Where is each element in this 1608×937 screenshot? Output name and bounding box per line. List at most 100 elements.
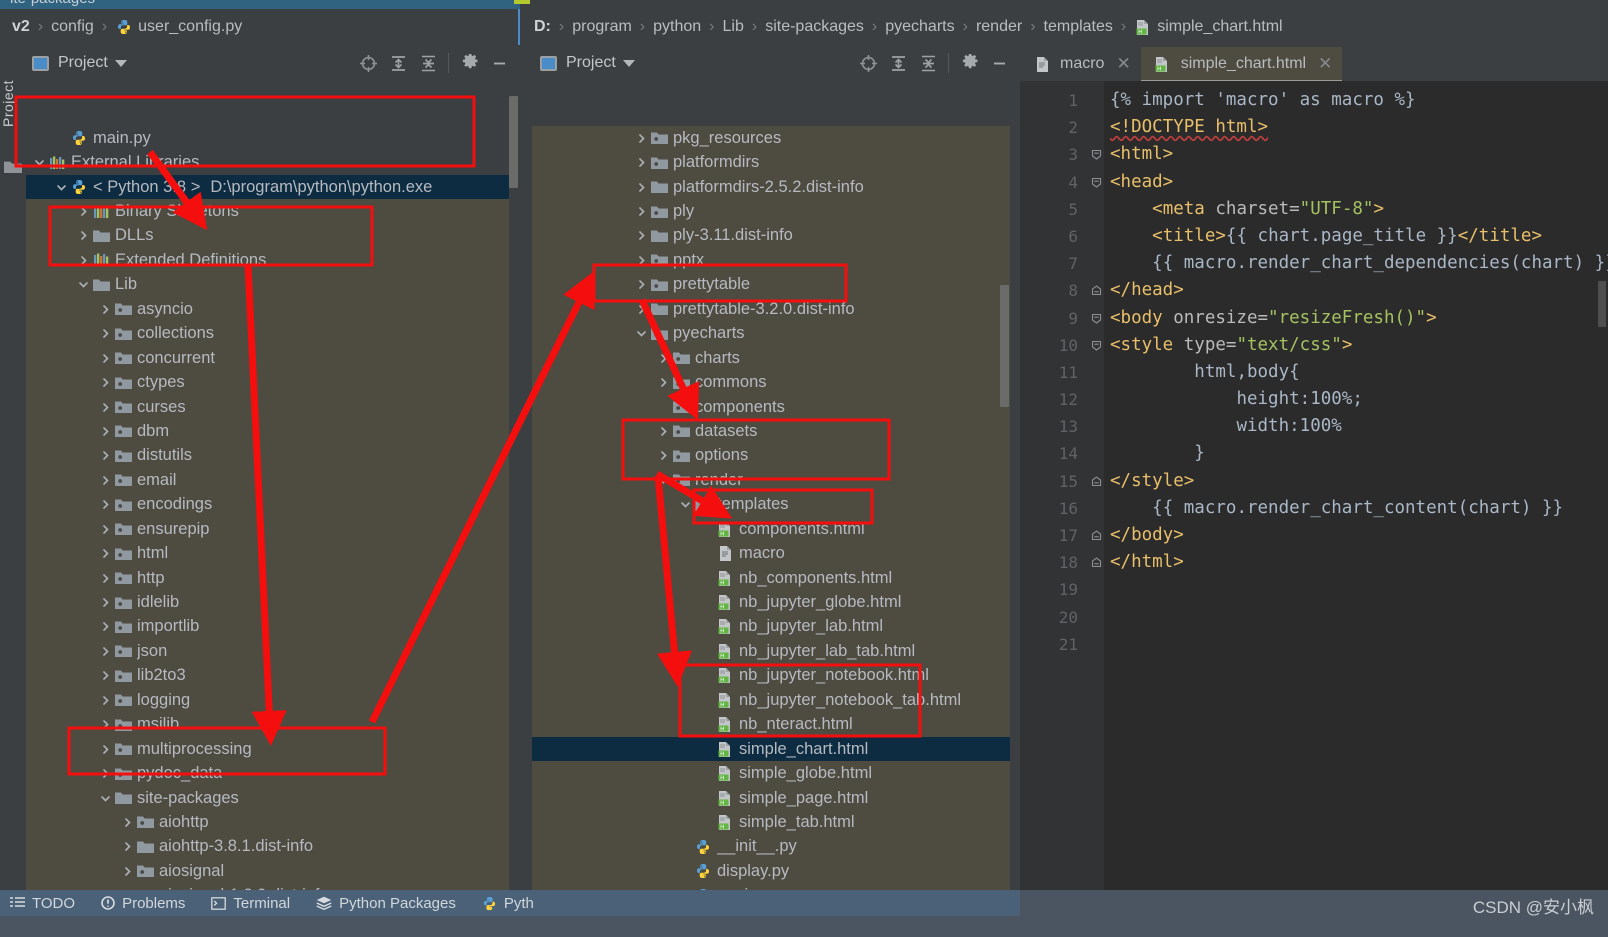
tree-row[interactable]: render bbox=[532, 468, 1010, 492]
tree-row[interactable]: Hnb_jupyter_globe.html bbox=[532, 590, 1010, 614]
close-icon[interactable]: ✕ bbox=[1116, 54, 1130, 74]
chevron-right-icon[interactable] bbox=[634, 157, 649, 168]
statusbar-item[interactable]: TODO bbox=[10, 895, 75, 912]
chevron-right-icon[interactable] bbox=[656, 426, 671, 437]
chevron-right-icon[interactable] bbox=[76, 206, 91, 217]
expand-all-icon[interactable] bbox=[383, 49, 413, 77]
code-fold-marker[interactable] bbox=[1088, 522, 1104, 549]
chevron-right-icon[interactable] bbox=[634, 230, 649, 241]
tree-row[interactable]: Hnb_jupyter_lab_tab.html bbox=[532, 639, 1010, 663]
tree-row[interactable]: ensurepip bbox=[26, 517, 509, 541]
chevron-right-icon[interactable] bbox=[76, 255, 91, 266]
tree-row[interactable]: msilib bbox=[26, 713, 509, 737]
code-folding-column[interactable] bbox=[1088, 81, 1104, 937]
tree-row[interactable]: charts bbox=[532, 346, 1010, 370]
tree-row[interactable]: asyncio bbox=[26, 297, 509, 321]
tree-row[interactable]: Lib bbox=[26, 273, 509, 297]
editor-tab[interactable]: Hsimple_chart.html ✕ bbox=[1140, 47, 1343, 83]
collapse-all-icon[interactable] bbox=[913, 49, 943, 77]
code-fold-marker[interactable] bbox=[1088, 141, 1104, 168]
left-file-tree[interactable]: main.py External Libraries < Python 3.8 > D… bbox=[26, 126, 509, 935]
chevron-down-icon[interactable] bbox=[98, 793, 113, 804]
tree-row[interactable]: options bbox=[532, 444, 1010, 468]
tree-row[interactable]: ctypes bbox=[26, 370, 509, 394]
project-tool-tab[interactable]: Project bbox=[0, 53, 26, 153]
code-fold-marker[interactable] bbox=[1088, 468, 1104, 495]
chevron-right-icon[interactable] bbox=[98, 426, 113, 437]
tree-row[interactable]: aiosignal bbox=[26, 859, 509, 883]
breadcrumb-item[interactable]: python bbox=[653, 18, 701, 36]
statusbar-item[interactable]: Terminal bbox=[211, 895, 290, 912]
statusbar-item[interactable]: Python Packages bbox=[316, 895, 456, 912]
breadcrumb-item[interactable]: templates bbox=[1044, 18, 1113, 36]
expand-all-icon[interactable] bbox=[883, 49, 913, 77]
chevron-right-icon[interactable] bbox=[98, 499, 113, 510]
tree-row[interactable]: platformdirs bbox=[532, 150, 1010, 174]
breadcrumb-item[interactable]: program bbox=[572, 18, 632, 36]
chevron-right-icon[interactable] bbox=[98, 719, 113, 730]
tree-row[interactable]: templates bbox=[532, 493, 1010, 517]
tree-row[interactable]: Binary Skeletons bbox=[26, 199, 509, 223]
tree-row[interactable]: DLLs bbox=[26, 224, 509, 248]
tree-row[interactable]: ply bbox=[532, 199, 1010, 223]
chevron-right-icon[interactable] bbox=[98, 670, 113, 681]
tree-row[interactable]: aiohttp-3.8.1.dist-info bbox=[26, 835, 509, 859]
code-fold-marker[interactable] bbox=[1088, 332, 1104, 359]
tree-row[interactable]: email bbox=[26, 468, 509, 492]
chevron-down-icon[interactable] bbox=[32, 157, 47, 168]
chevron-right-icon[interactable] bbox=[98, 377, 113, 388]
chevron-right-icon[interactable] bbox=[98, 768, 113, 779]
breadcrumb-item[interactable]: pyecharts bbox=[885, 18, 954, 36]
tree-row[interactable]: commons bbox=[532, 370, 1010, 394]
tree-row[interactable]: pptx bbox=[532, 248, 1010, 272]
minimize-icon[interactable] bbox=[484, 49, 514, 77]
chevron-right-icon[interactable] bbox=[634, 255, 649, 266]
tree-row[interactable]: main.py bbox=[26, 126, 509, 151]
tree-row[interactable]: importlib bbox=[26, 615, 509, 639]
code-fold-marker[interactable] bbox=[1088, 305, 1104, 332]
tree-row[interactable]: Hnb_nteract.html bbox=[532, 713, 1010, 737]
chevron-right-icon[interactable] bbox=[98, 646, 113, 657]
chevron-right-icon[interactable] bbox=[656, 377, 671, 388]
chevron-right-icon[interactable] bbox=[634, 182, 649, 193]
editor-tabbar[interactable]: macro ✕ Hsimple_chart.html ✕ bbox=[1020, 45, 1608, 83]
tree-row[interactable]: datasets bbox=[532, 419, 1010, 443]
tree-row[interactable]: Hcomponents.html bbox=[532, 517, 1010, 541]
editor-tab[interactable]: macro ✕ bbox=[1020, 47, 1141, 81]
chevron-right-icon[interactable] bbox=[98, 475, 113, 486]
tree-row[interactable]: curses bbox=[26, 395, 509, 419]
mid-tree-scrollbar[interactable] bbox=[1000, 285, 1009, 407]
chevron-right-icon[interactable] bbox=[634, 206, 649, 217]
tree-row[interactable]: Hnb_components.html bbox=[532, 566, 1010, 590]
tree-row[interactable]: display.py bbox=[532, 859, 1010, 883]
statusbar-item[interactable]: Problems bbox=[101, 895, 185, 912]
tree-row[interactable]: pydoc_data bbox=[26, 761, 509, 785]
chevron-right-icon[interactable] bbox=[634, 279, 649, 290]
tree-row[interactable]: pyecharts bbox=[532, 322, 1010, 346]
tree-row[interactable]: prettytable bbox=[532, 273, 1010, 297]
tree-row[interactable]: lib2to3 bbox=[26, 664, 509, 688]
tree-row[interactable]: concurrent bbox=[26, 346, 509, 370]
settings-gear-icon[interactable] bbox=[454, 49, 484, 77]
chevron-right-icon[interactable] bbox=[98, 304, 113, 315]
breadcrumb-item[interactable]: Lib bbox=[723, 18, 744, 36]
breadcrumb-item[interactable]: config bbox=[51, 18, 94, 36]
tree-row[interactable]: json bbox=[26, 639, 509, 663]
chevron-down-icon[interactable] bbox=[622, 59, 635, 67]
breadcrumb-item[interactable]: site-packages bbox=[765, 18, 864, 36]
chevron-right-icon[interactable] bbox=[98, 597, 113, 608]
tree-row[interactable]: distutils bbox=[26, 444, 509, 468]
chevron-right-icon[interactable] bbox=[98, 524, 113, 535]
breadcrumb-item[interactable]: v2 bbox=[12, 18, 30, 36]
code-fold-marker[interactable] bbox=[1088, 549, 1104, 576]
chevron-right-icon[interactable] bbox=[634, 304, 649, 315]
chevron-down-icon[interactable] bbox=[678, 499, 693, 510]
tree-row[interactable]: collections bbox=[26, 322, 509, 346]
chevron-down-icon[interactable] bbox=[76, 279, 91, 290]
tree-row[interactable]: site-packages bbox=[26, 786, 509, 810]
chevron-right-icon[interactable] bbox=[98, 402, 113, 413]
tree-row[interactable]: logging bbox=[26, 688, 509, 712]
tree-row[interactable]: Hnb_jupyter_notebook_tab.html bbox=[532, 688, 1010, 712]
chevron-right-icon[interactable] bbox=[634, 133, 649, 144]
tree-row[interactable]: External Libraries bbox=[26, 150, 509, 175]
